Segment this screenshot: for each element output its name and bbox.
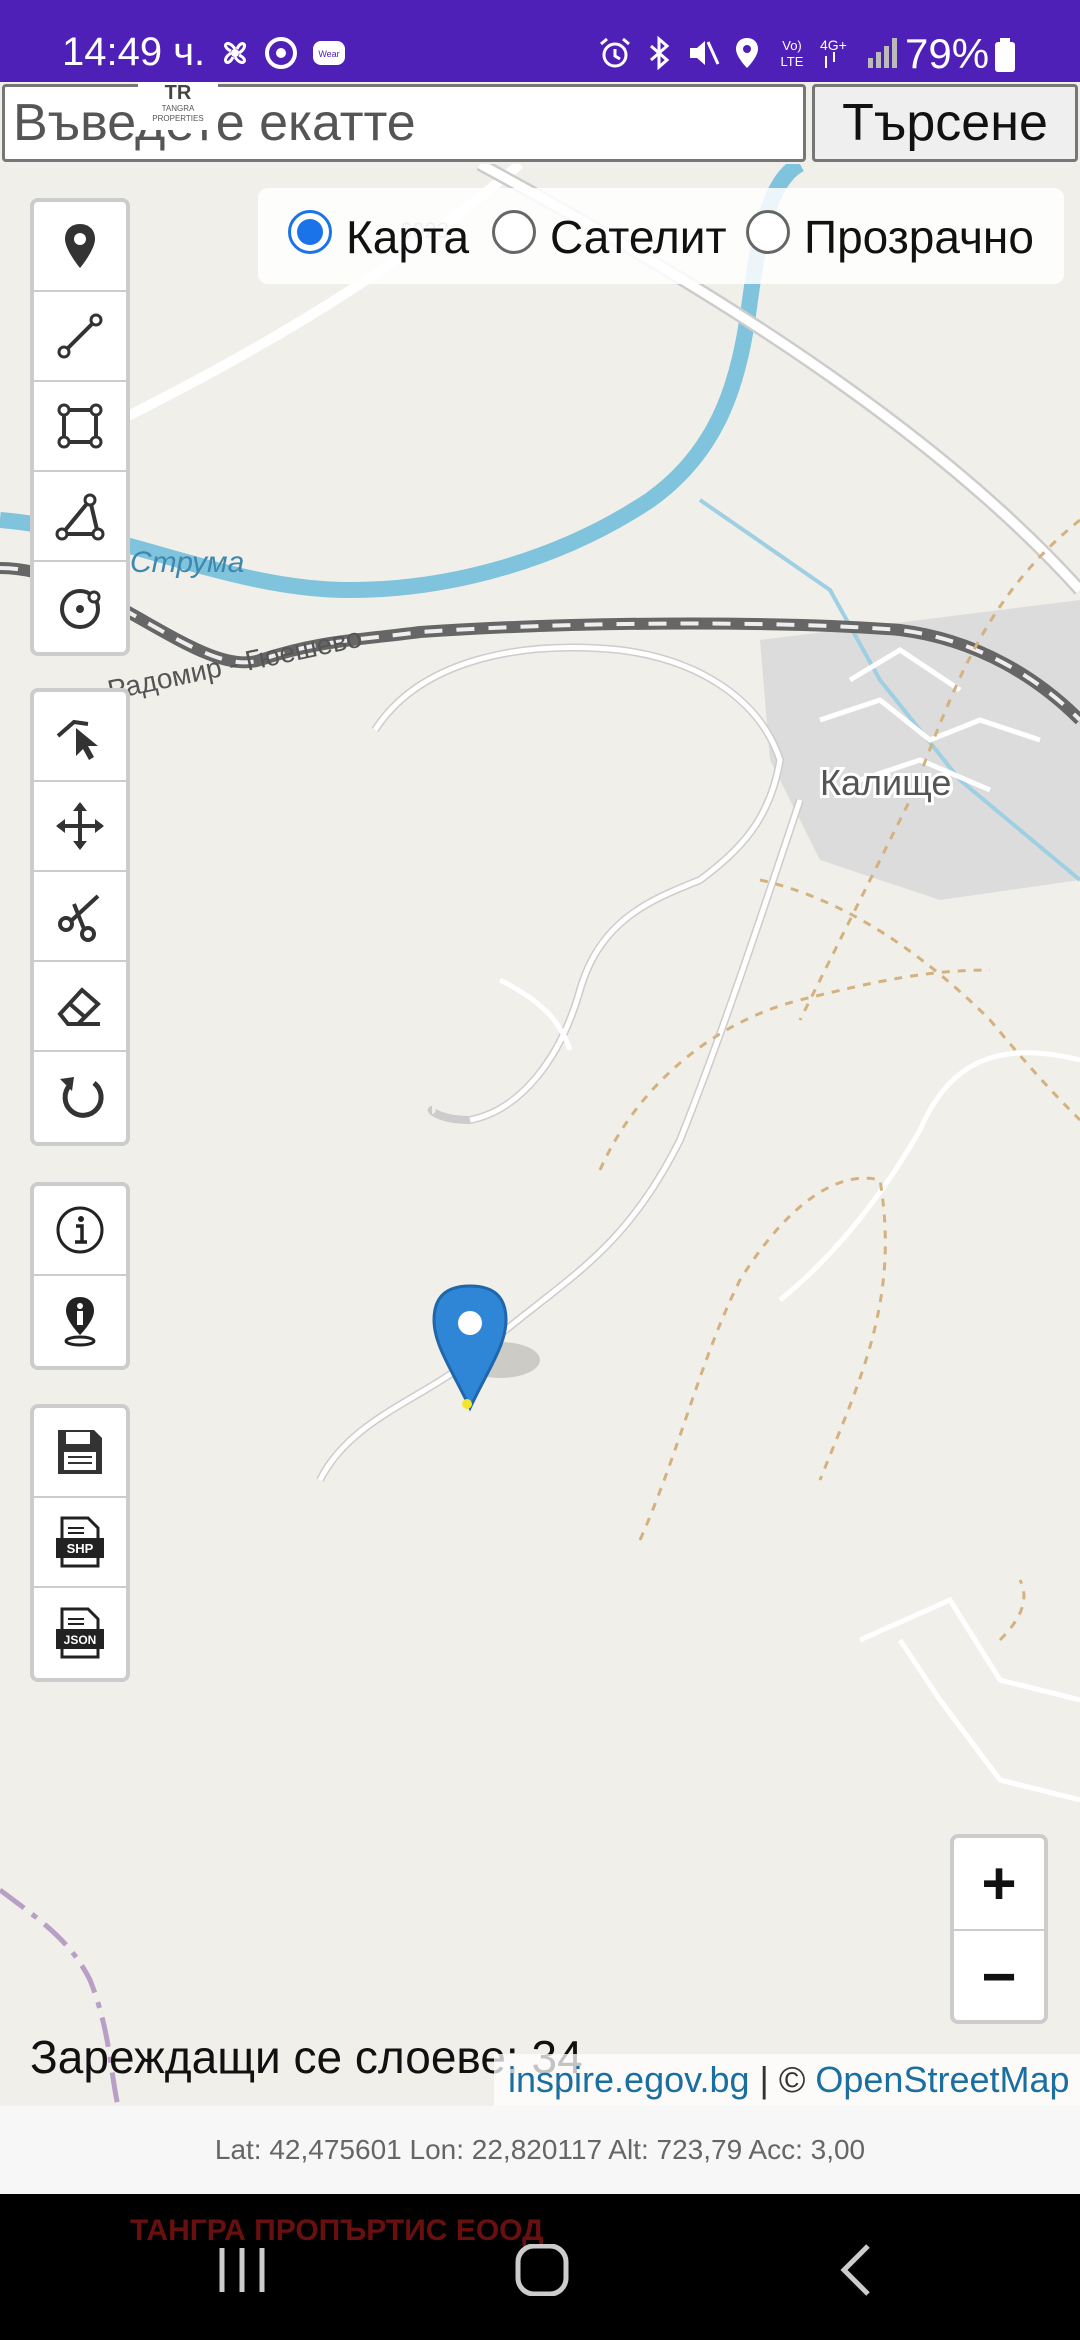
inspire-link[interactable]: inspire.egov.bg (508, 2059, 750, 2100)
osm-link[interactable]: OpenStreetMap (815, 2059, 1069, 2100)
battery-percent: 79% (905, 30, 990, 77)
bluetooth-icon (650, 36, 670, 70)
svg-text:4G+: 4G+ (820, 37, 847, 53)
volte-icon: Vo)LTE (781, 38, 804, 69)
my-location-button[interactable] (34, 1276, 126, 1366)
svg-text:Wear: Wear (318, 49, 339, 59)
draw-tools (30, 198, 130, 656)
zoom-out-button[interactable]: − (954, 1931, 1044, 2022)
save-icon (58, 1430, 102, 1474)
eraser-icon (57, 987, 101, 1026)
cut-icon (58, 894, 100, 942)
edit-vertex-button[interactable] (34, 692, 126, 782)
export-shp-icon: SHP (56, 1516, 104, 1568)
radio-satellite[interactable] (492, 210, 536, 254)
river-label: Струма (130, 546, 244, 579)
svg-text:LTE: LTE (781, 54, 804, 69)
status-bar: 14:49 ч. Wear Vo) LTE 4G+ 79% (0, 0, 1080, 82)
company-name: ТАНГРА ПРОПЪРТИС ЕООД (130, 2214, 544, 2247)
draw-angle-button[interactable] (34, 472, 126, 562)
logo-text: TANGRA PROPERTIES (152, 104, 204, 123)
zoom-in-button[interactable]: + (954, 1838, 1044, 1931)
home-icon[interactable] (512, 2244, 572, 2296)
radio-transparent[interactable] (746, 210, 790, 254)
info-icon (56, 1206, 104, 1254)
map-canvas[interactable]: Струма Радомир - Гюешево Калище 6023 (0, 164, 1080, 2106)
radio-map[interactable] (288, 210, 332, 254)
svg-text:Vo): Vo) (782, 38, 802, 53)
location-icon (736, 38, 758, 68)
attribution-separator: | © (749, 2059, 816, 2100)
tangra-logo: TR TANGRA PROPERTIES (138, 82, 218, 130)
draw-marker-button[interactable] (34, 202, 126, 292)
ekatte-search-input[interactable] (2, 84, 806, 162)
alarm-icon (600, 37, 630, 68)
circle-icon (60, 589, 101, 629)
radio-satellite-label: Сателит (550, 211, 727, 263)
search-button[interactable]: Търсене (812, 84, 1078, 162)
map-attribution: inspire.egov.bg | © OpenStreetMap (494, 2054, 1080, 2106)
logo-monogram: TR (164, 82, 192, 104)
coordinates-readout: Lat: 42,475601 Lon: 22,820117 Alt: 723,7… (0, 2106, 1080, 2194)
select-vertex-icon (56, 719, 98, 760)
radio-transparent-label: Прозрачно (804, 211, 1034, 263)
draw-circle-button[interactable] (34, 562, 126, 652)
export-json-button[interactable]: JSON (34, 1588, 126, 1678)
line-icon (57, 313, 103, 359)
battery-icon (995, 38, 1015, 72)
info-tools (30, 1182, 130, 1370)
move-icon (56, 802, 104, 850)
shp-badge: SHP (67, 1541, 94, 1556)
info-button[interactable] (34, 1186, 126, 1276)
file-tools: SHP JSON (30, 1404, 130, 1682)
recent-apps-icon[interactable] (212, 2244, 272, 2296)
layer-switcher: Карта Сателит Прозрачно (258, 188, 1064, 284)
clock: 14:49 ч. (62, 30, 206, 74)
save-button[interactable] (34, 1408, 126, 1498)
undo-button[interactable] (34, 1052, 126, 1142)
move-button[interactable] (34, 782, 126, 872)
navigation-bar: ТАНГРА ПРОПЪРТИС ЕООД (0, 2194, 1080, 2340)
draw-polygon-button[interactable] (34, 382, 126, 472)
undo-icon (60, 1077, 104, 1118)
wear-icon: Wear (313, 41, 345, 65)
village-label: Калище (820, 762, 951, 803)
eraser-button[interactable] (34, 962, 126, 1052)
chrome-icon (265, 37, 297, 69)
radio-map-label: Карта (346, 211, 470, 263)
back-icon[interactable] (826, 2244, 886, 2296)
person-location-icon (64, 1297, 96, 1347)
fan-icon (224, 42, 246, 64)
signal-4g-icon: 4G+ (820, 37, 897, 68)
export-shp-button[interactable]: SHP (34, 1498, 126, 1588)
draw-line-button[interactable] (34, 292, 126, 382)
edit-tools (30, 688, 130, 1146)
marker-icon (65, 224, 95, 268)
zoom-control: + − (950, 1834, 1048, 2024)
export-json-icon: JSON (56, 1607, 104, 1659)
cut-button[interactable] (34, 872, 126, 962)
angle-icon (55, 493, 105, 541)
json-badge: JSON (64, 1633, 97, 1647)
mute-icon (690, 41, 720, 65)
polygon-icon (57, 403, 103, 449)
